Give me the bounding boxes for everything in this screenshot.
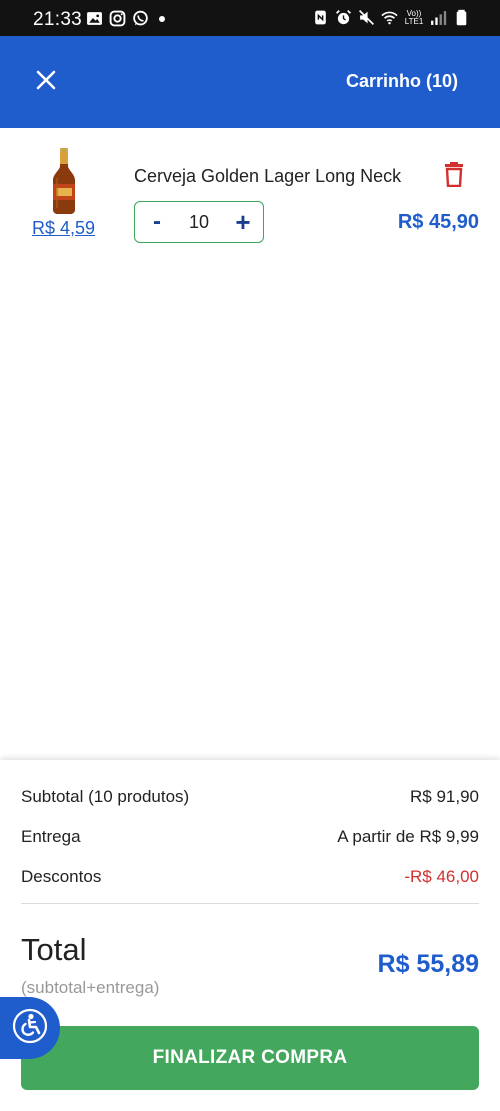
total-value: R$ 55,89 <box>377 950 479 978</box>
delete-item-button[interactable] <box>440 160 468 192</box>
delivery-value: A partir de R$ 9,99 <box>337 827 479 846</box>
alarm-icon <box>335 9 352 26</box>
signal-icon <box>430 9 447 26</box>
subtotal-value: R$ 91,90 <box>410 787 479 806</box>
discount-value: -R$ 46,00 <box>404 867 479 886</box>
summary-divider <box>21 903 479 904</box>
battery-icon <box>453 9 470 26</box>
volte-bottom-label: LTE1 <box>404 16 424 26</box>
close-icon <box>35 69 57 96</box>
product-name: Cerveja Golden Lager Long Neck <box>134 166 402 186</box>
wifi-icon <box>381 9 398 26</box>
checkout-button-label: FINALIZAR COMPRA <box>152 1047 348 1068</box>
whatsapp-icon <box>132 10 149 27</box>
unit-price-link[interactable]: R$ 4,59 <box>32 218 95 239</box>
gallery-icon <box>86 10 103 27</box>
discount-label: Descontos <box>21 867 102 886</box>
product-thumbnail[interactable] <box>50 148 78 214</box>
checkout-button[interactable]: FINALIZAR COMPRA <box>21 1026 479 1090</box>
accessibility-button[interactable] <box>0 997 60 1059</box>
subtotal-label: Subtotal (10 produtos) <box>21 787 190 806</box>
decrease-quantity-button[interactable]: - <box>147 210 167 234</box>
page-title: Carrinho (10) <box>345 71 458 91</box>
total-subtitle: (subtotal+entrega) <box>21 978 160 997</box>
discount-row: Descontos -R$ 46,00 <box>21 867 479 887</box>
close-button[interactable] <box>28 64 64 100</box>
beer-bottle-icon <box>50 148 78 218</box>
delivery-row: Entrega A partir de R$ 9,99 <box>21 827 479 847</box>
volte-lte-icon: Vo)) LTE1 <box>404 9 424 26</box>
nfc-icon <box>312 9 329 26</box>
delivery-label: Entrega <box>21 827 81 846</box>
line-total: R$ 45,90 <box>397 211 479 233</box>
app-header: Carrinho (10) <box>0 36 500 128</box>
total-label: Total <box>21 932 87 967</box>
status-bar: 21:33 Vo)) LTE1 <box>0 0 500 36</box>
subtotal-row: Subtotal (10 produtos) R$ 91,90 <box>21 787 479 807</box>
increase-quantity-button[interactable]: + <box>231 209 255 235</box>
status-right-icons: Vo)) LTE1 <box>312 9 470 26</box>
quantity-value[interactable]: 10 <box>189 212 209 233</box>
accessibility-icon <box>12 1008 48 1049</box>
instagram-icon <box>109 10 126 27</box>
trash-icon <box>444 161 464 192</box>
mute-icon <box>358 9 375 26</box>
dot-icon <box>159 15 165 22</box>
status-time: 21:33 <box>33 9 83 30</box>
status-left-icons <box>86 10 165 27</box>
quantity-stepper: - 10 + <box>134 201 264 243</box>
